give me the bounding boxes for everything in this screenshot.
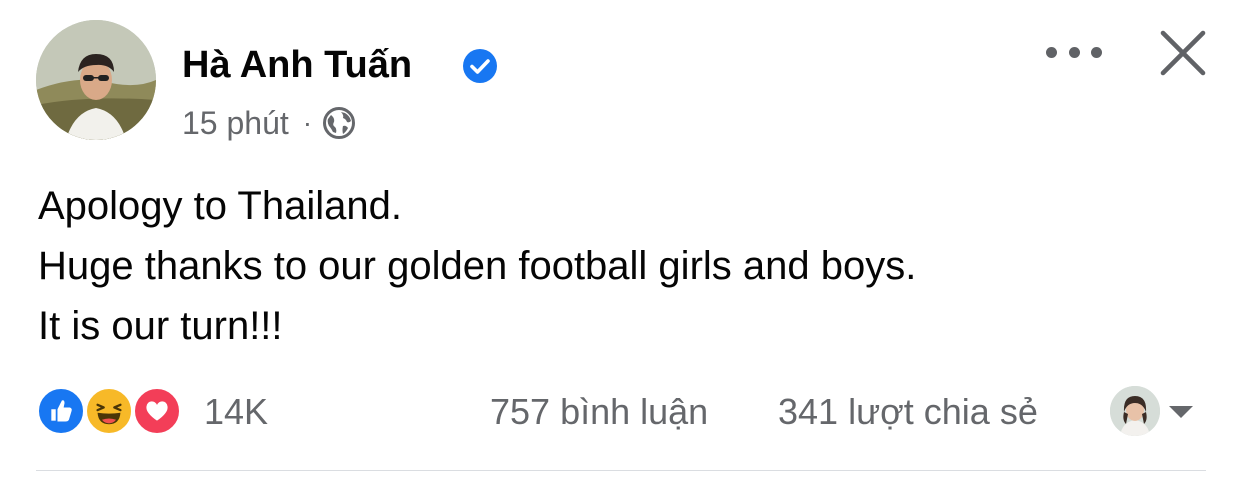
post-text-line: It is our turn!!!	[38, 304, 283, 348]
author-avatar[interactable]	[36, 20, 156, 140]
globe-icon[interactable]	[322, 106, 356, 140]
reaction-count[interactable]: 14K	[204, 390, 268, 434]
post-timestamp[interactable]: 15 phút	[182, 105, 289, 142]
author-name[interactable]: Hà Anh Tuấn	[182, 42, 412, 88]
viewer-avatar[interactable]	[1110, 386, 1160, 436]
divider	[36, 470, 1206, 471]
more-dot	[1068, 46, 1080, 58]
share-count-link[interactable]: 341 lượt chia sẻ	[778, 390, 1038, 434]
post-meta: 15 phút ·	[182, 103, 356, 143]
person-avatar-icon	[36, 20, 156, 140]
love-icon	[132, 386, 182, 436]
meta-separator: ·	[302, 107, 313, 138]
more-dot	[1091, 46, 1102, 58]
reactions-summary[interactable]	[36, 386, 186, 436]
more-options-button[interactable]	[1046, 36, 1102, 68]
close-icon[interactable]	[1156, 26, 1210, 80]
verified-badge-icon	[463, 49, 497, 83]
chevron-down-icon[interactable]	[1166, 404, 1196, 420]
haha-icon	[84, 386, 134, 436]
post-text-line: Apology to Thailand.	[38, 184, 402, 228]
person-avatar-icon	[1110, 386, 1160, 436]
like-icon	[36, 386, 86, 436]
comment-count-link[interactable]: 757 bình luận	[490, 390, 708, 434]
post-text-line: Huge thanks to our golden football girls…	[38, 244, 917, 288]
post-text: Apology to Thailand. Huge thanks to our …	[38, 176, 916, 356]
more-dot	[1046, 46, 1057, 58]
